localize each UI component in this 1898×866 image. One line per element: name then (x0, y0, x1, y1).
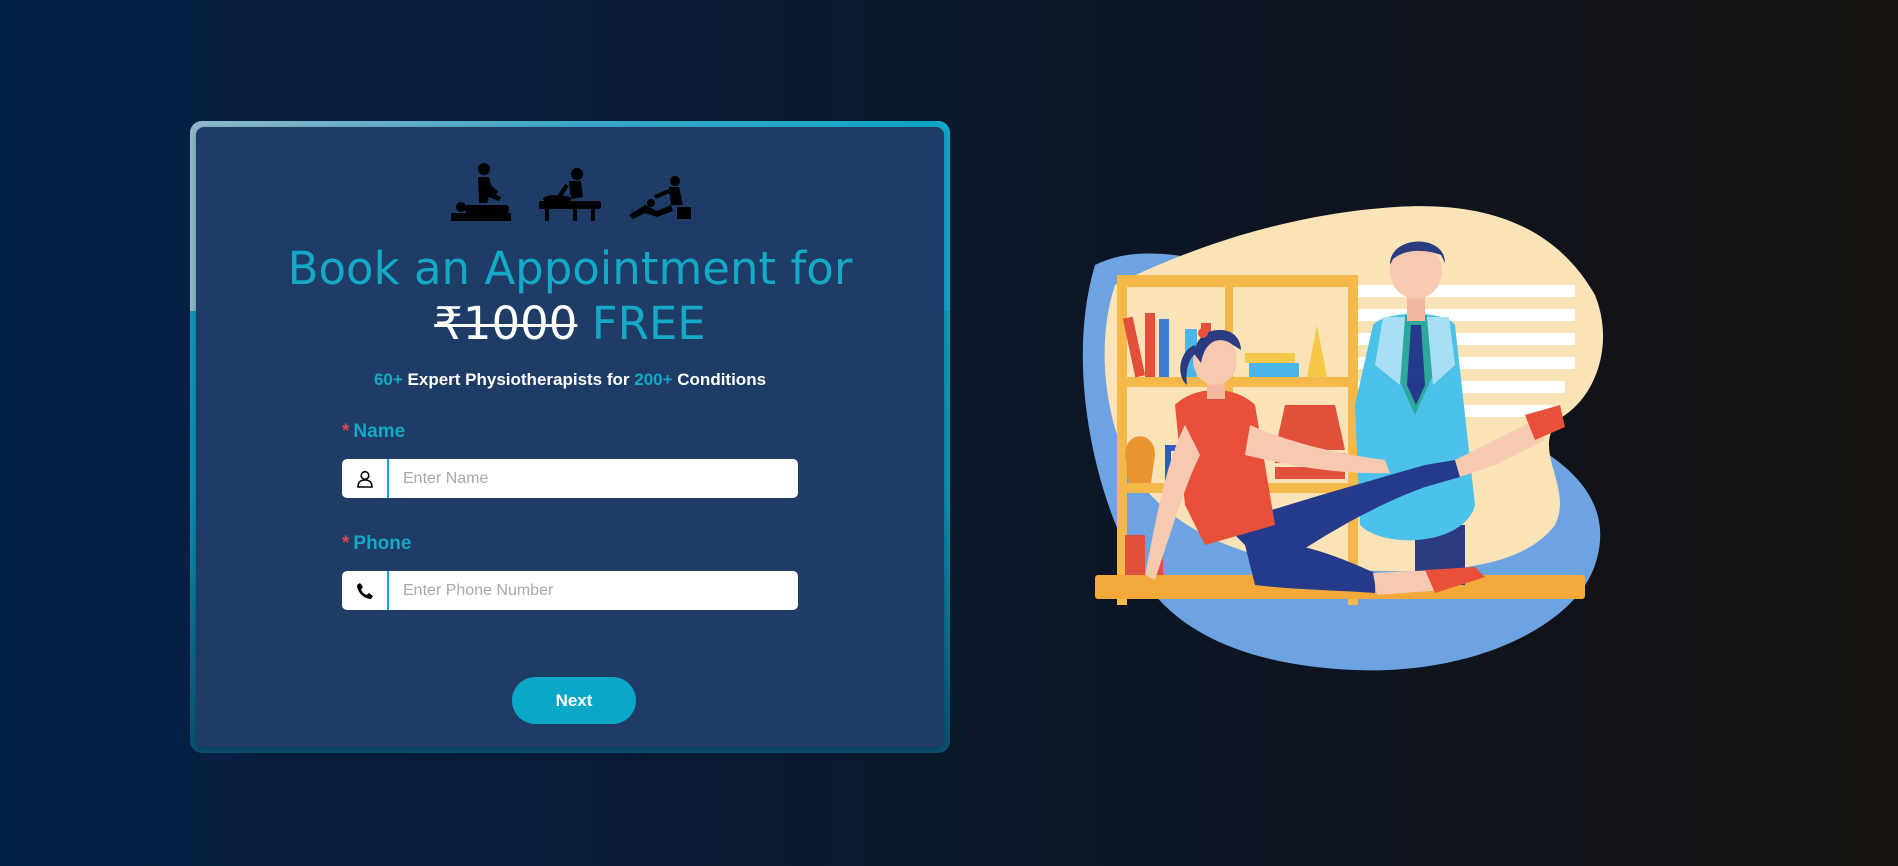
therapist-count: 60+ (373, 370, 403, 389)
booking-card-frame: Book an Appointment for ₹1000 FREE 60+ E… (190, 121, 950, 753)
name-input[interactable] (389, 459, 798, 498)
phone-icon (356, 582, 373, 599)
name-label: * Name (342, 421, 405, 443)
required-mark: * (342, 421, 350, 442)
required-mark: * (342, 533, 350, 554)
subtitle-text-1: Expert Physiotherapists for (402, 370, 635, 389)
phone-input-group (342, 571, 798, 610)
phone-label: * Phone (342, 533, 411, 555)
name-addon (342, 459, 389, 498)
subtitle: 60+ Expert Physiotherapists for 200+ Con… (196, 370, 944, 390)
phone-addon (342, 571, 389, 610)
leg-stretch-therapy-icon (629, 176, 692, 219)
name-label-text: Name (353, 421, 406, 442)
booking-card: Book an Appointment for ₹1000 FREE 60+ E… (196, 127, 944, 747)
old-price: ₹1000 (434, 297, 578, 350)
physiotherapy-illustration (1082, 206, 1604, 671)
massage-icon (450, 163, 511, 221)
therapy-icons (196, 163, 944, 228)
free-label: FREE (591, 297, 706, 350)
title-line1: Book an Appointment for (287, 242, 853, 295)
name-input-group (342, 459, 798, 498)
phone-input[interactable] (389, 571, 798, 610)
phone-label-text: Phone (353, 533, 412, 554)
next-button[interactable]: Next (512, 677, 636, 724)
page-title: Book an Appointment for ₹1000 FREE (196, 241, 944, 351)
physio-treatment-icon (539, 168, 601, 221)
subtitle-text-2: Conditions (672, 370, 767, 389)
user-icon (356, 470, 373, 488)
condition-count: 200+ (634, 370, 673, 389)
